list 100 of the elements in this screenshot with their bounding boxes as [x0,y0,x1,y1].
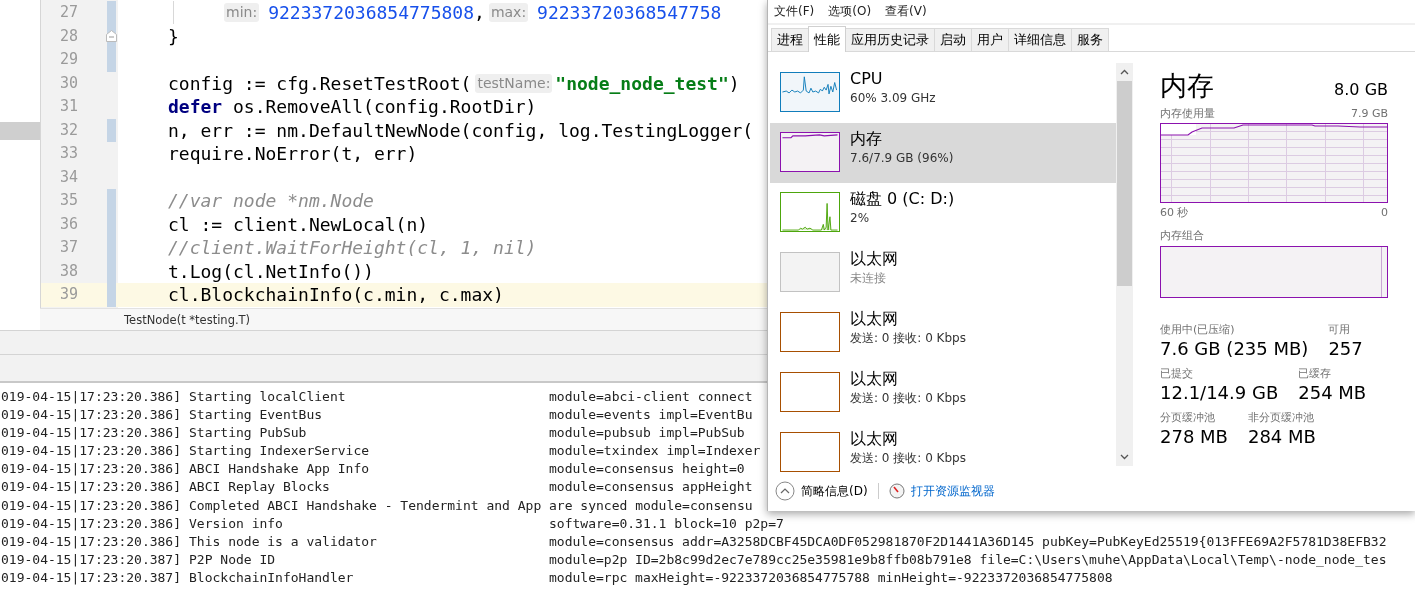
log-timestamp: 019-04-15|17:23:20.386] [0,496,181,515]
log-message: Starting IndexerService [189,442,371,461]
log-fields: module=consensus appHeight [549,478,753,497]
code-text: t.Log(cl.NetInfo()) [168,260,374,282]
tab[interactable]: 服务 [1071,27,1109,51]
scrollbar[interactable] [1116,62,1133,466]
parameter-hint: min: [224,3,260,23]
line-number: 36 [59,213,80,235]
axis-label: 60 秒 [1160,204,1189,220]
menu-item[interactable]: 选项(O) [828,2,872,20]
stat-value: 254 MB [1298,380,1367,405]
scroll-down-icon [1120,453,1129,460]
log-message: ABCI Replay Blocks [189,478,331,497]
resource-reading: 发送: 0 接收: 0 Kbps [850,329,966,347]
resource-item[interactable]: 以太网 未连接 [770,242,1116,303]
scroll-up-icon [1120,68,1129,75]
tab[interactable]: 启动 [934,27,972,51]
line-number: 31 [59,96,80,117]
axis-label: 0 [1381,204,1388,220]
gauge-icon [888,483,905,500]
log-fields: module=pubsub impl=PubSub [549,424,745,443]
log-timestamp: 019-04-15|17:23:20.387] [0,568,181,587]
stat-label: 已缓存 [1298,365,1333,381]
resource-name: CPU [850,68,884,89]
line-number: 29 [59,49,80,70]
resource-monitor-link[interactable]: 打开资源监视器 [910,482,995,500]
log-message: P2P Node ID [189,550,277,569]
log-message: Version info [189,514,284,533]
chart-label: 内存组合 [1160,227,1205,243]
resource-item[interactable]: 磁盘 0 (C: D:) 2% [770,182,1116,243]
panel-title: 内存 [1160,68,1214,103]
code-text: config := cfg.ResetTestRoot( [168,72,472,94]
tab[interactable]: 应用历史记录 [845,27,935,51]
string-literal: "node_node_test" [555,72,729,94]
resource-name: 以太网 [850,368,899,389]
code-text: require.NoError(t, err) [168,143,418,165]
resource-name: 以太网 [850,248,898,269]
log-timestamp: 019-04-15|17:23:20.386] [0,514,181,533]
scroll-thumb[interactable] [1117,80,1132,286]
log-fields: module=txindex impl=Indexer [549,442,761,461]
resource-item[interactable]: 内存 7.6/7.9 GB (96%) [770,122,1116,183]
resource-item[interactable]: 以太网 发送: 0 接收: 0 Kbps [770,302,1116,363]
log-timestamp: 019-04-15|17:23:20.386] [0,532,181,551]
line-number: 35 [59,190,80,211]
breadcrumb[interactable]: TestNode(t *testing.T) [124,312,251,327]
stat-label: 非分页缓冲池 [1247,409,1315,425]
stat-value: 278 MB [1160,424,1228,449]
log-fields: module=p2p ID=2b8c99d2ec7e789cc25e35981e9b8ffb08b791e8 file=C:\Users\muhe\AppData\Local\Temp\-node_node_tes [549,550,1387,569]
stat-value: 284 MB [1247,424,1316,449]
code-text: , [474,2,485,24]
log-timestamp: 019-04-15|17:23:20.386] [0,424,181,443]
code-text: os.RemoveAll(config.RootDir) [232,96,537,118]
line-number: 33 [59,143,80,164]
resource-item[interactable]: 以太网 发送: 0 接收: 0 Kbps [770,422,1116,472]
chart-max: 7.9 GB [1350,105,1388,121]
number-literal: 9223372036854775808 [268,2,475,24]
resource-reading: 2% [850,209,871,227]
code-text: cl := client.NewLocal(n) [168,213,429,235]
log-message: Starting EventBus [189,406,324,425]
stat-label: 分页缓冲池 [1160,409,1216,425]
code-text: } [168,25,179,47]
summary-button[interactable]: 简略信息(D) [801,482,868,500]
stat-value: 257 [1328,336,1363,361]
resource-item[interactable]: 以太网 发送: 0 接收: 0 Kbps [770,362,1116,423]
memory-total: 8.0 GB [1334,79,1388,99]
resource-name: 内存 [850,128,883,149]
resource-reading: 60% 3.09 GHz [850,89,936,107]
tab[interactable]: 详细信息 [1008,27,1072,51]
collapse-icon [775,481,795,502]
log-fields: module=consensus addr=A3258DCBF45DCA0DF052981870F2D1441A36D145 pubKey=PubKeyEd25519{013FFE69A2F5781D38EFB32 [549,532,1387,551]
line-number: 30 [59,72,80,94]
tab[interactable]: 性能 [808,25,846,52]
log-timestamp: 019-04-15|17:23:20.386] [0,478,181,497]
chart-label: 内存使用量 [1160,105,1215,121]
keyword: defer [168,96,223,118]
stat-label: 可用 [1328,321,1352,337]
resource-item[interactable]: CPU 60% 3.09 GHz [770,62,1116,123]
log-timestamp: 019-04-15|17:23:20.386] [0,460,181,479]
resource-reading: 发送: 0 接收: 0 Kbps [850,449,966,467]
tab[interactable]: 进程 [771,27,809,51]
menu-item[interactable]: 查看(V) [885,2,927,20]
stat-label: 已提交 [1160,365,1194,381]
resource-reading: 7.6/7.9 GB (96%) [850,149,954,167]
code-text: ) [728,72,740,94]
log-message: BlockchainInfoHandler [189,568,355,587]
log-timestamp: 019-04-15|17:23:20.387] [0,550,181,569]
line-number: 34 [59,166,80,188]
line-number: 38 [59,260,80,282]
parameter-hint: max: [488,3,529,23]
log-message: ABCI Handshake App Info [189,460,371,479]
log-message: Completed ABCI Handshake - Tendermint and App are synced module=consensu [189,496,753,515]
line-number: 37 [59,237,80,258]
number-literal: 92233720368547758 [537,2,722,24]
stat-label: 使用中(已压缩) [1160,321,1236,337]
line-number: 28 [59,25,80,47]
menu-item[interactable]: 文件(F) [774,2,815,20]
log-message: Starting PubSub [189,424,308,443]
tab[interactable]: 用户 [971,27,1009,51]
log-timestamp: 019-04-15|17:23:20.386] [0,442,181,461]
resource-name: 以太网 [850,308,899,329]
